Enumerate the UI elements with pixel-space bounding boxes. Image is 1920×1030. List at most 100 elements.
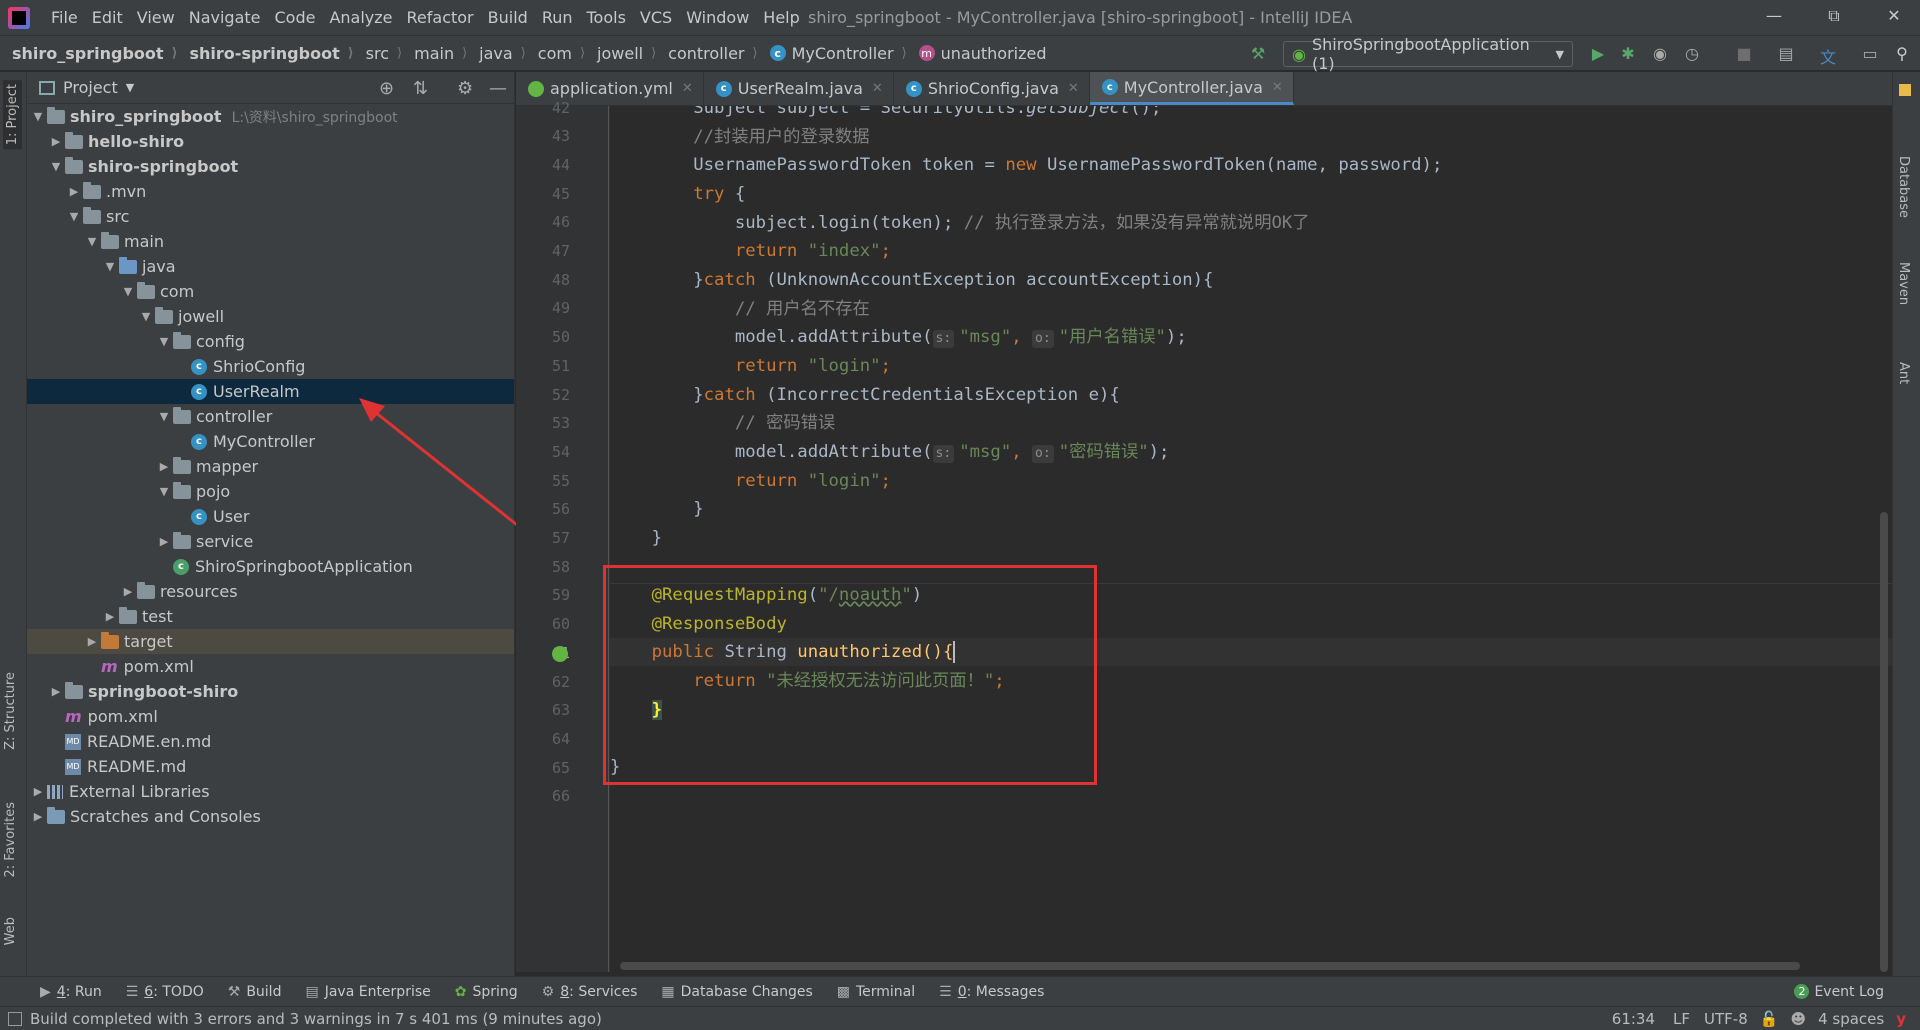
layout-icon[interactable]: ▭ [1860, 44, 1880, 64]
line-separator[interactable]: LF [1673, 1010, 1690, 1028]
tree-item-hello-shiro[interactable]: ▶ hello-shiro [27, 129, 514, 154]
close-tab-icon[interactable]: ✕ [872, 81, 883, 96]
breadcrumb-method[interactable]: m unauthorized [907, 44, 1047, 63]
tree-item-test[interactable]: ▶ test [27, 604, 514, 629]
tab-userrealm[interactable]: c UserRealm.java ✕ [704, 72, 894, 105]
menu-view[interactable]: View [130, 8, 182, 27]
tree-item-main[interactable]: ▼ main [27, 229, 514, 254]
collapse-all-icon[interactable]: ⇅ [413, 78, 428, 99]
database-tool-tab[interactable]: Database [1896, 156, 1911, 218]
breadcrumb-com[interactable]: com ⟩ [526, 44, 585, 63]
vertical-scrollbar[interactable] [1880, 512, 1888, 972]
expand-right-icon[interactable]: ▶ [47, 135, 65, 148]
locate-icon[interactable]: ⊕ [379, 78, 394, 99]
tool-terminal[interactable]: ▩ Terminal [825, 984, 927, 1000]
chevron-down-icon[interactable]: ▼ [126, 81, 134, 94]
expand-down-icon[interactable]: ▼ [155, 410, 173, 423]
expand-right-icon[interactable]: ▶ [155, 535, 173, 548]
inspection-icon[interactable]: ☻ [1790, 1010, 1806, 1028]
tree-item-readme-en[interactable]: MD README.en.md [27, 729, 514, 754]
breadcrumb-main[interactable]: main ⟩ [402, 44, 467, 63]
web-tool-tab[interactable]: Web [3, 917, 18, 945]
breadcrumb-module[interactable]: shiro-springboot ⟩ [178, 44, 354, 63]
expand-right-icon[interactable]: ▶ [83, 635, 101, 648]
profile-icon[interactable]: ◷ [1682, 44, 1702, 64]
expand-down-icon[interactable]: ▼ [83, 235, 101, 248]
tool-build[interactable]: ⚒ Build [216, 984, 294, 1000]
project-panel-title[interactable]: Project [63, 78, 118, 97]
tab-shrioconfig[interactable]: c ShrioConfig.java ✕ [894, 72, 1090, 105]
tree-item-springboot-shiro[interactable]: ▶ springboot-shiro [27, 679, 514, 704]
hide-icon[interactable]: — [489, 78, 507, 99]
expand-right-icon[interactable]: ▶ [47, 685, 65, 698]
gear-icon[interactable]: ⚙ [457, 78, 473, 99]
expand-down-icon[interactable]: ▼ [155, 335, 173, 348]
maven-tool-tab[interactable]: Maven [1896, 262, 1911, 305]
close-tab-icon[interactable]: ✕ [1068, 81, 1079, 96]
lock-icon[interactable]: 🔓 [1760, 1010, 1779, 1028]
indent-setting[interactable]: 4 spaces [1818, 1010, 1884, 1028]
translate-icon[interactable]: 文 [1818, 44, 1838, 67]
breadcrumb-controller[interactable]: controller ⟩ [656, 44, 757, 63]
expand-down-icon[interactable]: ▼ [29, 110, 47, 123]
tool-messages[interactable]: ☰ 0: Messages [927, 984, 1056, 1000]
warning-marker-icon[interactable] [1899, 84, 1911, 96]
tree-item-shiro-springboot[interactable]: ▼ shiro-springboot [27, 154, 514, 179]
menu-navigate[interactable]: Navigate [182, 8, 268, 27]
menu-edit[interactable]: Edit [85, 8, 130, 27]
breadcrumb-class[interactable]: c MyController ⟩ [758, 44, 907, 63]
debug-icon[interactable]: ✱ [1618, 44, 1638, 64]
breadcrumb-jowell[interactable]: jowell ⟩ [585, 44, 656, 63]
tree-item-config[interactable]: ▼ config [27, 329, 514, 354]
tool-event-log[interactable]: 2 Event Log [1782, 984, 1896, 1000]
search-icon[interactable]: ⚲ [1892, 44, 1912, 64]
run-configuration-select[interactable]: ◉ ShiroSpringbootApplication (1) ▼ [1283, 35, 1573, 73]
hammer-build-icon[interactable]: ⚒ [1248, 44, 1268, 64]
tree-item-target[interactable]: ▶ target [27, 629, 514, 654]
breadcrumb-src[interactable]: src ⟩ [354, 44, 402, 63]
menu-window[interactable]: Window [679, 8, 756, 27]
expand-down-icon[interactable]: ▼ [65, 210, 83, 223]
tool-java-enterprise[interactable]: ▤ Java Enterprise [293, 984, 442, 1000]
file-encoding[interactable]: UTF-8 [1704, 1010, 1748, 1028]
code-editor[interactable]: Subject subject = SecurityUtils.getSubje… [610, 106, 1892, 972]
run-icon[interactable]: ▶ [1588, 44, 1608, 64]
tree-item-jowell[interactable]: ▼ jowell [27, 304, 514, 329]
tool-database-changes[interactable]: ▦ Database Changes [649, 984, 824, 1000]
expand-right-icon[interactable]: ▶ [65, 185, 83, 198]
expand-down-icon[interactable]: ▼ [155, 485, 173, 498]
menu-tools[interactable]: Tools [580, 8, 633, 27]
minimize-icon[interactable]: — [1764, 6, 1784, 26]
status-layout-icon[interactable] [8, 1011, 22, 1026]
stop-icon[interactable]: ■ [1734, 44, 1754, 64]
menu-refactor[interactable]: Refactor [400, 8, 481, 27]
tool-run[interactable]: ▶ 4: Run [28, 984, 114, 1000]
breadcrumb-project[interactable]: shiro_springboot ⟩ [0, 44, 178, 63]
expand-down-icon[interactable]: ▼ [119, 285, 137, 298]
restore-icon[interactable]: ⧉ [1824, 6, 1844, 26]
menu-analyze[interactable]: Analyze [322, 8, 399, 27]
tree-item-external-libraries[interactable]: ▶ External Libraries [27, 779, 514, 804]
project-tool-tab[interactable]: 1: Project [3, 80, 22, 150]
expand-right-icon[interactable]: ▶ [119, 585, 137, 598]
tool-todo[interactable]: ☰ 6: TODO [114, 984, 216, 1000]
tool-spring[interactable]: ✿ Spring [443, 984, 530, 1000]
expand-right-icon[interactable]: ▶ [29, 785, 47, 798]
expand-right-icon[interactable]: ▶ [155, 460, 173, 473]
close-tab-icon[interactable]: ✕ [682, 81, 693, 96]
expand-down-icon[interactable]: ▼ [101, 260, 119, 273]
tool-services[interactable]: ⚙ 8: Services [530, 984, 650, 1000]
project-structure-icon[interactable]: ▤ [1776, 44, 1796, 64]
caret-position[interactable]: 61:34 [1612, 1010, 1655, 1028]
expand-right-icon[interactable]: ▶ [29, 810, 47, 823]
menu-file[interactable]: File [44, 8, 85, 27]
menu-build[interactable]: Build [481, 8, 535, 27]
tree-item-com[interactable]: ▼ com [27, 279, 514, 304]
tree-item-java[interactable]: ▼ java [27, 254, 514, 279]
ant-tool-tab[interactable]: Ant [1896, 362, 1911, 384]
tree-item-root[interactable]: ▼ shiro_springboot L:\资料\shiro_springboot [27, 104, 514, 129]
coverage-icon[interactable]: ◉ [1650, 44, 1670, 64]
menu-code[interactable]: Code [268, 8, 323, 27]
spring-mapping-gutter-icon[interactable] [552, 646, 568, 662]
menu-help[interactable]: Help [756, 8, 806, 27]
